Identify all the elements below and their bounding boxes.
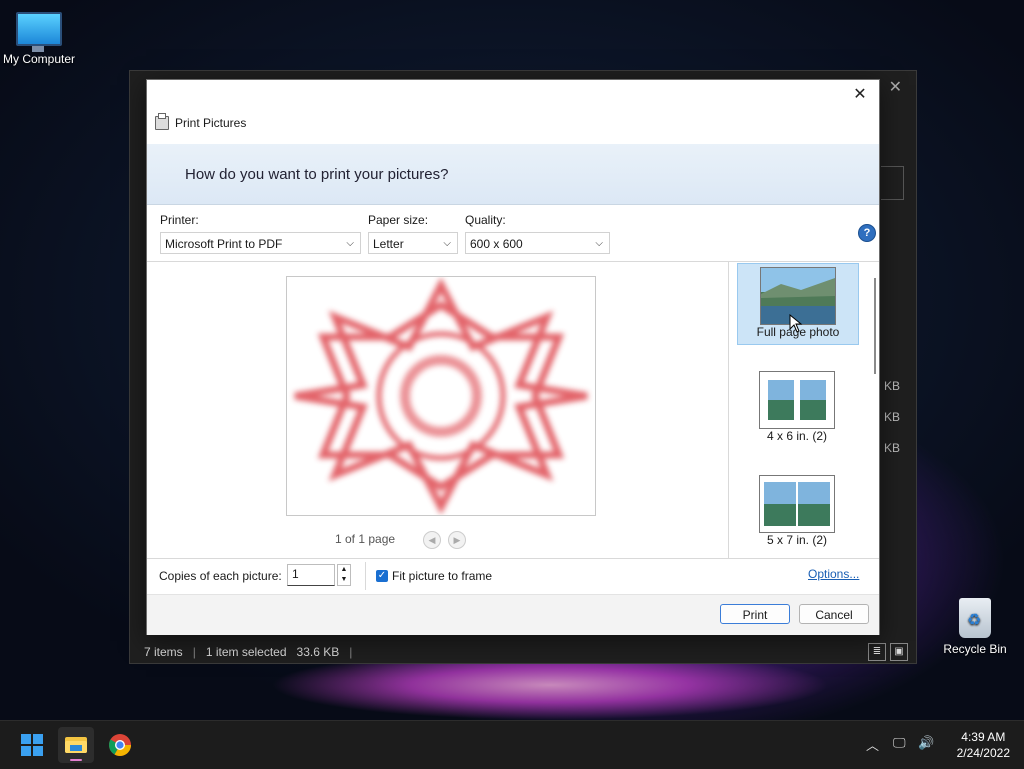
copies-stepper[interactable]: ▲ ▼	[337, 564, 351, 586]
chevron-down-icon: ⌵	[595, 238, 603, 249]
status-bar: 7 items | 1 item selected 33.6 KB |	[144, 645, 352, 659]
file-size: KB	[883, 441, 900, 455]
previous-page-button[interactable]: ◀	[423, 531, 441, 549]
status-item-count: 7 items	[144, 645, 183, 659]
print-pictures-dialog: ✕ Print Pictures How do you want to prin…	[146, 79, 880, 635]
copies-input[interactable]: 1	[287, 564, 335, 586]
close-icon[interactable]: ✕	[889, 77, 902, 97]
close-icon[interactable]: ✕	[849, 84, 871, 106]
layout-scrollbar[interactable]	[874, 278, 876, 374]
taskbar: ︿ 🖵 🔊 4:39 AM 2/24/2022	[0, 720, 1024, 769]
desktop-icon-label: Recycle Bin	[943, 642, 1007, 656]
clock-date: 2/24/2022	[956, 746, 1010, 760]
status-size: 33.6 KB	[296, 645, 340, 659]
chevron-down-icon: ⌵	[443, 238, 451, 249]
next-page-button[interactable]: ▶	[448, 531, 466, 549]
view-switcher: ≣ ▣	[868, 643, 908, 661]
taskbar-file-explorer[interactable]	[58, 727, 94, 763]
print-button[interactable]: Print	[720, 604, 790, 624]
dialog-title: Print Pictures	[155, 113, 247, 130]
printer-label: Printer:	[160, 213, 199, 227]
mouse-cursor-icon	[789, 314, 803, 333]
desktop-icon-label: My Computer	[2, 52, 76, 66]
details-view-icon[interactable]: ≣	[868, 643, 886, 661]
dialog-banner: How do you want to print your pictures?	[147, 144, 879, 205]
paper-size-value: Letter	[373, 237, 404, 251]
paper-size-select[interactable]: Letter ⌵	[368, 232, 458, 254]
increment-icon[interactable]: ▲	[338, 565, 350, 575]
printer-select[interactable]: Microsoft Print to PDF ⌵	[160, 232, 361, 254]
two-photo-thumbnail	[768, 380, 826, 420]
divider	[365, 562, 366, 590]
decrement-icon[interactable]: ▼	[338, 575, 350, 585]
help-icon[interactable]: ?	[858, 224, 876, 242]
chevron-down-icon: ⌵	[346, 238, 354, 249]
preview-image	[294, 277, 588, 515]
divider	[147, 558, 879, 559]
paper-size-label: Paper size:	[368, 213, 429, 227]
computer-icon	[16, 12, 62, 52]
fit-picture-checkbox[interactable]: ✓	[376, 570, 388, 582]
quality-value: 600 x 600	[470, 237, 523, 251]
windows-logo-icon	[21, 734, 43, 756]
quality-select[interactable]: 600 x 600 ⌵	[465, 232, 610, 254]
copies-label: Copies of each picture:	[159, 569, 282, 583]
network-icon[interactable]: 🖵	[893, 735, 906, 751]
chevron-up-icon[interactable]: ︿	[866, 735, 879, 754]
file-size-column: KB KB KB	[884, 371, 900, 464]
printer-value: Microsoft Print to PDF	[165, 237, 283, 251]
dialog-title-text: Print Pictures	[175, 116, 247, 130]
recycle-bin-icon: ♻	[959, 598, 991, 638]
desktop-icon-my-computer[interactable]: My Computer	[0, 8, 78, 66]
desktop-icon-recycle-bin[interactable]: ♻ Recycle Bin	[940, 596, 1010, 656]
print-preview	[286, 276, 596, 516]
quality-label: Quality:	[465, 213, 506, 227]
status-divider: |	[192, 645, 196, 659]
layout-label: 4 x 6 in. (2)	[766, 429, 828, 443]
file-size: KB	[883, 379, 900, 393]
file-size: KB	[883, 410, 900, 424]
dialog-heading: How do you want to print your pictures?	[185, 166, 449, 183]
4x6-thumbnail	[759, 371, 835, 429]
layout-label: 5 x 7 in. (2)	[766, 533, 828, 547]
taskbar-chrome[interactable]	[102, 727, 138, 763]
layout-list: Full page photo 4 x 6 in. (2) 5 x 7 in. …	[728, 262, 880, 558]
options-link[interactable]: Options...	[808, 567, 859, 581]
printer-icon	[155, 113, 169, 130]
fit-picture-label: Fit picture to frame	[392, 569, 493, 583]
layout-4x6[interactable]: 4 x 6 in. (2)	[737, 368, 857, 448]
start-button[interactable]	[14, 727, 50, 763]
layout-5x7[interactable]: 5 x 7 in. (2)	[737, 472, 857, 552]
page-count: 1 of 1 page	[335, 532, 396, 546]
search-box-edge	[881, 166, 904, 200]
two-photo-thumbnail	[764, 482, 830, 526]
chrome-icon	[109, 734, 131, 756]
cancel-button[interactable]: Cancel	[799, 604, 869, 624]
folder-icon	[65, 737, 87, 761]
clock-time: 4:39 AM	[961, 730, 1006, 744]
clock[interactable]: 4:39 AM 2/24/2022	[957, 729, 1010, 761]
thumbnail-view-icon[interactable]: ▣	[890, 643, 908, 661]
5x7-thumbnail	[759, 475, 835, 533]
status-divider: |	[349, 645, 353, 659]
status-selected: 1 item selected	[205, 645, 287, 659]
volume-icon[interactable]: 🔊	[918, 735, 934, 751]
